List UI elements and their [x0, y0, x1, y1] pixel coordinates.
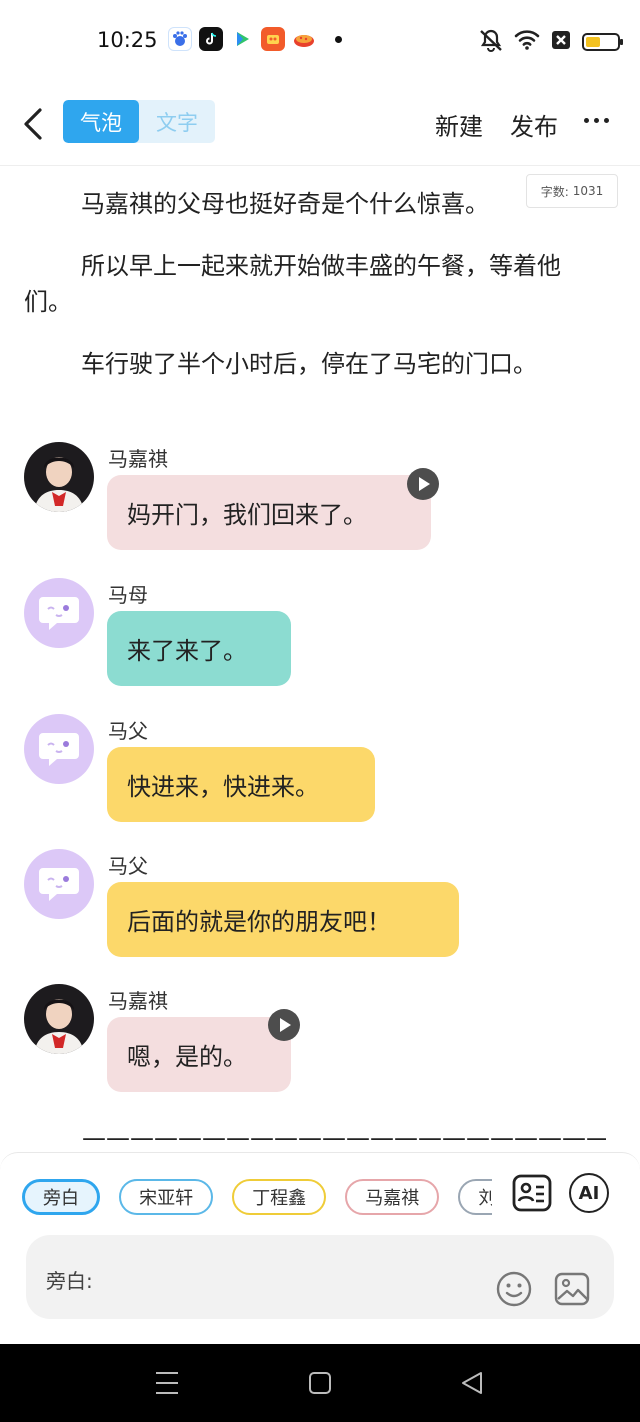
message-text: 嗯，是的。: [127, 1043, 247, 1071]
smile-icon: [496, 1271, 532, 1307]
ai-button[interactable]: AI: [569, 1173, 609, 1213]
role-chip[interactable]: 宋亚轩: [119, 1179, 214, 1215]
sender-name: 马父: [108, 719, 148, 743]
message-bubble[interactable]: 来了来了。: [107, 611, 291, 686]
sender-name: 马父: [108, 854, 148, 878]
composer-panel: 旁白 宋亚轩 丁程鑫 马嘉祺 刘耀文 AI 旁白:: [0, 1152, 640, 1344]
contact-card-icon: [512, 1174, 552, 1212]
avatar[interactable]: [24, 714, 94, 784]
word-count-badge: 字数: 1031: [526, 174, 618, 208]
chat-bubble-face-icon: [39, 597, 79, 630]
avatar[interactable]: [24, 578, 94, 648]
play-voice-button[interactable]: [268, 1009, 300, 1041]
narration-paragraph[interactable]: 车行驶了半个小时后，停在了马宅的门口。: [24, 346, 594, 382]
publish-button[interactable]: 发布: [510, 107, 558, 142]
new-button[interactable]: 新建: [435, 107, 483, 142]
play-voice-button[interactable]: [407, 468, 439, 500]
word-count-value: 1031: [572, 184, 604, 198]
sender-name: 马母: [108, 583, 148, 607]
insert-image-button[interactable]: [554, 1271, 590, 1307]
message-text: 后面的就是你的朋友吧！: [127, 908, 391, 936]
square-icon: [309, 1372, 331, 1394]
status-bar: 10:25: [0, 0, 640, 82]
menu-icon: [156, 1372, 178, 1394]
narration-paragraph[interactable]: 马嘉祺的父母也挺好奇是个什么惊喜。: [24, 186, 594, 222]
tab-text[interactable]: 文字: [139, 100, 215, 143]
sender-name: 马嘉祺: [108, 447, 168, 471]
triangle-back-icon: [462, 1372, 482, 1394]
profile-photo-icon: [24, 984, 94, 1054]
mode-toggle: 气泡 文字: [63, 100, 215, 143]
input-role-label: 旁白:: [46, 1269, 93, 1293]
game-app-icon: [261, 27, 285, 51]
chat-bubble-face-icon: [39, 868, 79, 901]
more-options-button[interactable]: [584, 118, 609, 123]
role-chip-narrator[interactable]: 旁白: [22, 1179, 100, 1215]
battery-icon: [582, 33, 623, 51]
image-icon: [554, 1272, 590, 1306]
role-selector: 旁白 宋亚轩 丁程鑫 马嘉祺 刘耀文: [22, 1179, 492, 1217]
notification-icons: [168, 27, 342, 51]
mute-icon: [478, 28, 504, 56]
baidu-app-icon: [168, 27, 192, 51]
system-navigation-bar: [0, 1344, 640, 1422]
message-bubble[interactable]: 快进来，快进来。: [107, 747, 375, 822]
chat-bubble-face-icon: [39, 733, 79, 766]
word-count-label: 字数:: [540, 184, 569, 199]
tiktok-app-icon: [199, 27, 223, 51]
avatar[interactable]: [24, 849, 94, 919]
recent-apps-button[interactable]: [155, 1370, 179, 1400]
section-divider: ————————————————————————: [82, 1124, 606, 1152]
message-bubble[interactable]: 后面的就是你的朋友吧！: [107, 882, 459, 957]
sim-disabled-icon: [550, 29, 572, 55]
message-bubble[interactable]: 妈开门，我们回来了。: [107, 475, 431, 550]
avatar[interactable]: [24, 442, 94, 512]
character-card-button[interactable]: [512, 1173, 552, 1213]
chevron-left-icon: [24, 108, 42, 140]
emoji-button[interactable]: [496, 1271, 532, 1307]
status-time: 10:25: [97, 28, 158, 52]
tab-bubble[interactable]: 气泡: [63, 100, 139, 143]
more-dot-icon: [584, 118, 589, 123]
narration-paragraph[interactable]: 所以早上一起来就开始做丰盛的午餐，等着他们。: [24, 248, 594, 320]
back-button[interactable]: [18, 104, 50, 144]
message-text: 快进来，快进来。: [127, 773, 319, 801]
more-dot-icon: [604, 118, 609, 123]
wifi-icon: [514, 29, 540, 55]
sender-name: 马嘉祺: [108, 989, 168, 1013]
system-back-button[interactable]: [460, 1370, 484, 1400]
top-app-bar: 气泡 文字 新建 发布: [0, 82, 640, 166]
role-chip[interactable]: 刘耀文: [458, 1179, 492, 1215]
avatar[interactable]: [24, 984, 94, 1054]
message-text: 来了来了。: [127, 637, 247, 665]
message-bubble[interactable]: 嗯，是的。: [107, 1017, 291, 1092]
more-dot-icon: [594, 118, 599, 123]
role-chip[interactable]: 丁程鑫: [232, 1179, 327, 1215]
food-app-icon: [292, 27, 316, 51]
message-input[interactable]: 旁白:: [26, 1235, 614, 1319]
role-chip[interactable]: 马嘉祺: [345, 1179, 440, 1215]
status-indicators: [478, 28, 623, 56]
more-notifications-dot: [335, 35, 342, 43]
profile-photo-icon: [24, 442, 94, 512]
home-button[interactable]: [308, 1370, 332, 1400]
video-app-icon: [230, 27, 254, 51]
message-text: 妈开门，我们回来了。: [127, 501, 367, 529]
